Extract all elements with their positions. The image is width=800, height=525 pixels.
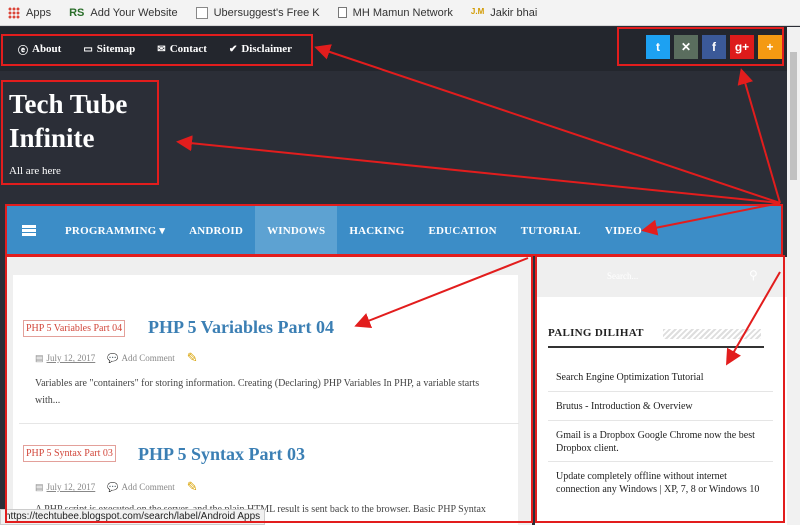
rs-logo-icon: RS — [69, 6, 85, 19]
ubersuggest-icon — [195, 6, 208, 19]
bookmark-jakir-bhai[interactable]: J.M Jakir bhai — [471, 7, 537, 19]
bookmark-label: Jakir bhai — [490, 6, 538, 19]
bookmark-add-your-website[interactable]: RS Add Your Website — [69, 7, 178, 19]
apps-grid-icon — [8, 6, 20, 19]
bookmark-label: Ubersuggest's Free K — [213, 6, 320, 19]
page-scrollbar[interactable] — [787, 27, 800, 525]
annotation-box-social — [617, 27, 784, 66]
annotation-box-main-nav — [5, 204, 783, 256]
bookmark-apps[interactable]: Apps — [8, 6, 52, 19]
bookmark-label: Add Your Website — [90, 6, 178, 19]
bookmark-label: MH Mamun Network — [352, 6, 453, 19]
bookmark-ubersuggest[interactable]: Ubersuggest's Free K — [195, 6, 320, 19]
annotation-box-logo — [1, 80, 159, 185]
scrollbar-thumb[interactable] — [790, 52, 797, 180]
bookmark-mh-mamun[interactable]: MH Mamun Network — [337, 6, 453, 19]
annotation-box-top-menu — [1, 34, 313, 66]
jm-logo-icon: J.M — [470, 6, 485, 16]
annotation-box-sidebar — [535, 255, 785, 523]
bookmarks-bar: Apps RS Add Your Website Ubersuggest's F… — [0, 0, 800, 26]
bookmark-label: Apps — [26, 6, 52, 19]
document-icon — [337, 7, 347, 18]
annotation-box-content — [5, 255, 533, 523]
